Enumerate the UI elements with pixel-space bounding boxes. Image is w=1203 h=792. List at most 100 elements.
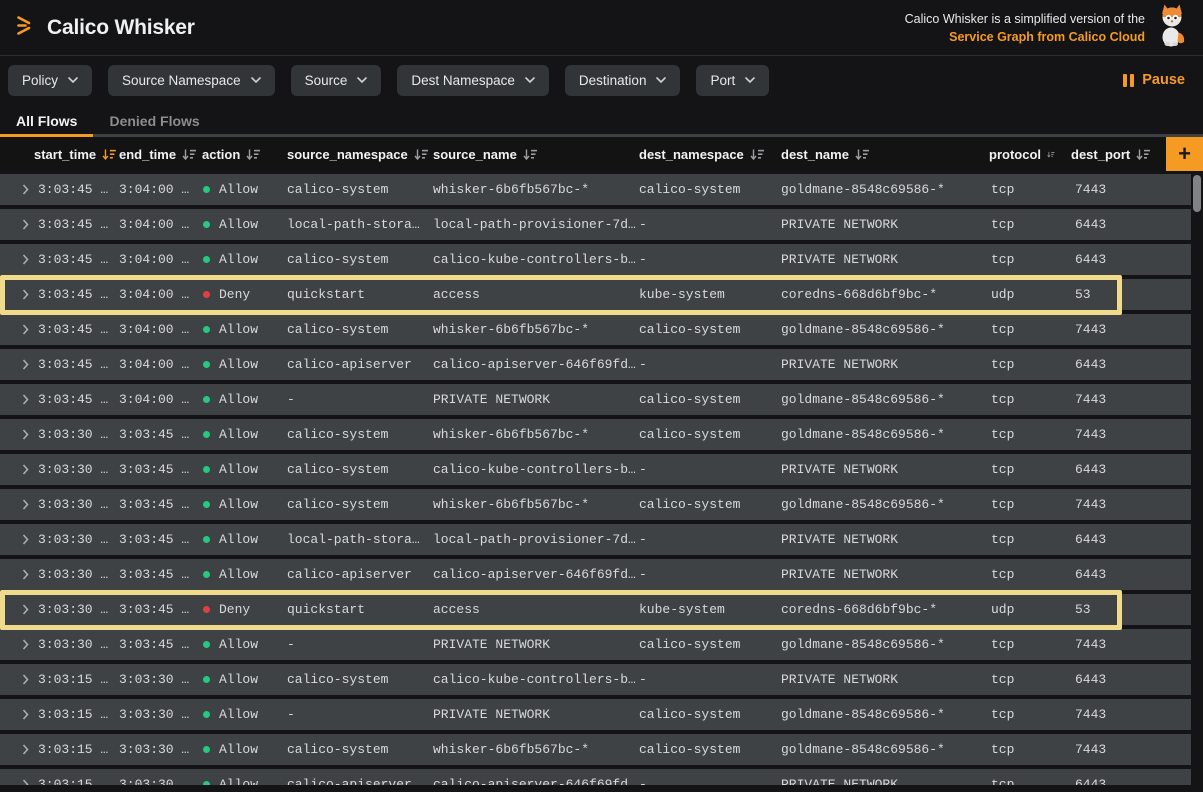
flow-table-row[interactable]: 3:03:45 …3:04:00 …Allowcalico-systemwhis… (0, 174, 1191, 205)
cell-dest-port: 6443 (1067, 777, 1166, 785)
cell-protocol: tcp (987, 392, 1067, 407)
service-graph-link[interactable]: Service Graph from Calico Cloud (949, 30, 1145, 44)
cell-source-name: whisker-6b6fb567bc-* (431, 182, 637, 197)
flow-table-row[interactable]: 3:03:15 …3:03:30 …Allow-PRIVATE NETWORKc… (0, 699, 1191, 730)
flow-table-row[interactable]: 3:03:30 …3:03:45 …Allow-PRIVATE NETWORKc… (0, 629, 1191, 660)
cell-end-time: 3:03:30 … (117, 742, 200, 757)
sort-descending-icon (182, 148, 197, 161)
flow-table-row[interactable]: 3:03:30 …3:03:45 …Allowcalico-apiserverc… (0, 559, 1191, 590)
filter-button-destination[interactable]: Destination (565, 65, 681, 96)
expand-chevron-icon (22, 604, 29, 615)
start-time-value: 3:03:45 … (38, 252, 108, 267)
column-header-source-name[interactable]: source_name (431, 137, 637, 171)
cell-source-namespace: calico-system (285, 182, 431, 197)
column-header-label: protocol (989, 147, 1041, 162)
flow-table-row[interactable]: 3:03:30 …3:03:45 …Allowcalico-systemcali… (0, 454, 1191, 485)
chevron-down-icon (251, 77, 261, 83)
expand-chevron-icon (22, 779, 29, 785)
cell-protocol: udp (987, 287, 1067, 302)
cell-action: Allow (200, 252, 285, 267)
cell-end-time: 3:03:45 … (117, 567, 200, 582)
column-header-end-time[interactable]: end_time (117, 137, 200, 171)
cell-source-namespace: calico-system (285, 742, 431, 757)
cell-protocol: tcp (987, 707, 1067, 722)
expand-chevron-icon (22, 219, 29, 230)
cell-dest-port: 7443 (1067, 322, 1166, 337)
cell-source-name: whisker-6b6fb567bc-* (431, 427, 637, 442)
cell-dest-name: goldmane-8548c69586-* (779, 497, 987, 512)
flow-table-row[interactable]: 3:03:15 …3:03:30 …Allowcalico-systemwhis… (0, 734, 1191, 765)
cell-source-name: local-path-provisioner-7d… (431, 532, 637, 547)
column-header-protocol[interactable]: protocol (987, 137, 1067, 171)
filter-button-dest-namespace[interactable]: Dest Namespace (397, 65, 549, 96)
cell-action: Deny (200, 602, 285, 617)
cell-end-time: 3:03:45 … (117, 427, 200, 442)
flow-table-row[interactable]: 3:03:15 …3:03:30 …Allowcalico-apiserverc… (0, 769, 1191, 785)
column-header-start-time[interactable]: start_time (0, 137, 117, 171)
cell-start-time: 3:03:45 … (0, 357, 117, 372)
cell-dest-port: 53 (1067, 602, 1166, 617)
start-time-value: 3:03:30 … (38, 567, 108, 582)
expand-chevron-icon (22, 184, 29, 195)
column-header-dest-name[interactable]: dest_name (779, 137, 987, 171)
cell-action: Allow (200, 742, 285, 757)
column-header-dest-namespace[interactable]: dest_namespace (637, 137, 779, 171)
cell-dest-port: 6443 (1067, 567, 1166, 582)
sort-descending-icon (1047, 148, 1055, 161)
pause-button[interactable]: Pause (1123, 72, 1185, 88)
tagline-text: Calico Whisker is a simplified version o… (905, 10, 1145, 28)
cell-dest-port: 7443 (1067, 497, 1166, 512)
cell-end-time: 3:03:45 … (117, 602, 200, 617)
flow-table-row[interactable]: 3:03:30 …3:03:45 …Allowcalico-systemwhis… (0, 489, 1191, 520)
tab-denied-flows[interactable]: Denied Flows (93, 104, 215, 137)
tab-all-flows[interactable]: All Flows (0, 104, 93, 137)
column-header-dest-port[interactable]: dest_port (1067, 137, 1166, 171)
allow-status-dot (203, 186, 210, 193)
flow-table-row[interactable]: 3:03:45 …3:04:00 …Allowcalico-systemcali… (0, 244, 1191, 275)
cell-start-time: 3:03:30 … (0, 637, 117, 652)
cell-source-namespace: calico-apiserver (285, 777, 431, 785)
expand-chevron-icon (22, 324, 29, 335)
cell-protocol: tcp (987, 777, 1067, 785)
cell-dest-namespace: calico-system (637, 497, 779, 512)
cell-dest-name: coredns-668d6bf9bc-* (779, 287, 987, 302)
cell-dest-name: goldmane-8548c69586-* (779, 637, 987, 652)
flow-table-row[interactable]: 3:03:30 …3:03:45 …Allowlocal-path-stora…… (0, 524, 1191, 555)
filter-button-label: Destination (579, 73, 647, 88)
flow-table-row[interactable]: 3:03:30 …3:03:45 …Denyquickstartaccessku… (0, 594, 1191, 625)
scrollbar-thumb[interactable] (1193, 175, 1201, 212)
cell-source-name: access (431, 602, 637, 617)
filter-button-port[interactable]: Port (696, 65, 769, 96)
filter-button-source-namespace[interactable]: Source Namespace (108, 65, 275, 96)
cell-end-time: 3:04:00 … (117, 357, 200, 372)
cell-dest-name: PRIVATE NETWORK (779, 672, 987, 687)
flow-table-row[interactable]: 3:03:45 …3:04:00 …Allowcalico-apiserverc… (0, 349, 1191, 380)
allow-status-dot (203, 221, 210, 228)
action-value: Allow (219, 462, 258, 477)
add-column-button[interactable]: + (1166, 137, 1203, 171)
cell-dest-namespace: - (637, 217, 779, 232)
start-time-value: 3:03:30 … (38, 427, 108, 442)
flow-table-row[interactable]: 3:03:15 …3:03:30 …Allowcalico-systemcali… (0, 664, 1191, 695)
tab-denied-flows-label: Denied Flows (109, 113, 199, 129)
column-header-action[interactable]: action (200, 137, 285, 171)
column-header-source-namespace[interactable]: source_namespace (285, 137, 431, 171)
flow-table-row[interactable]: 3:03:45 …3:04:00 …Allow-PRIVATE NETWORKc… (0, 384, 1191, 415)
cell-dest-namespace: calico-system (637, 322, 779, 337)
cell-source-namespace: - (285, 707, 431, 722)
cell-end-time: 3:04:00 … (117, 392, 200, 407)
start-time-value: 3:03:15 … (38, 742, 108, 757)
cell-end-time: 3:03:30 … (117, 672, 200, 687)
allow-status-dot (203, 641, 210, 648)
flow-table-row[interactable]: 3:03:45 …3:04:00 …Allowlocal-path-stora…… (0, 209, 1191, 240)
cell-dest-port: 7443 (1067, 392, 1166, 407)
chevron-down-icon (357, 77, 367, 83)
flow-table-row[interactable]: 3:03:45 …3:04:00 …Denyquickstartaccessku… (0, 279, 1191, 310)
flow-table-row[interactable]: 3:03:45 …3:04:00 …Allowcalico-systemwhis… (0, 314, 1191, 345)
flow-table-row[interactable]: 3:03:30 …3:03:45 …Allowcalico-systemwhis… (0, 419, 1191, 450)
filter-button-policy[interactable]: Policy (8, 65, 92, 96)
brand: Calico Whisker (14, 12, 195, 44)
filter-button-source[interactable]: Source (291, 65, 382, 96)
cell-dest-name: PRIVATE NETWORK (779, 357, 987, 372)
cell-dest-port: 7443 (1067, 427, 1166, 442)
